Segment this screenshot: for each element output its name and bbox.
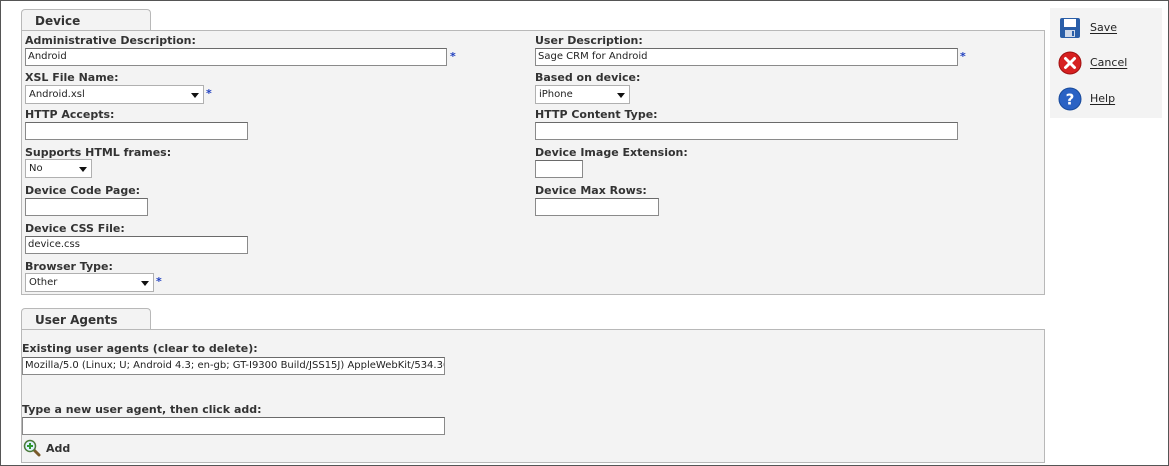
browser-type-label: Browser Type: (25, 260, 113, 273)
help-icon: ? (1058, 87, 1082, 111)
add-label: Add (46, 442, 71, 455)
device-max-rows-label: Device Max Rows: (535, 184, 647, 197)
add-user-agent-button[interactable]: Add (23, 439, 83, 459)
supports-html-frames-value: No (29, 163, 43, 174)
admin-description-input[interactable]: Android (25, 48, 447, 66)
device-css-file-input[interactable]: device.css (25, 236, 248, 254)
browser-type-select[interactable]: Other (25, 273, 154, 292)
chevron-down-icon (79, 167, 87, 172)
required-marker: * (156, 275, 162, 288)
new-user-agent-input[interactable] (22, 417, 445, 435)
based-on-device-label: Based on device: (535, 71, 641, 84)
user-description-label: User Description: (535, 34, 643, 47)
action-panel: Save Cancel ? Help (1050, 8, 1162, 118)
chevron-down-icon (191, 93, 199, 98)
supports-html-frames-label: Supports HTML frames: (25, 146, 172, 159)
save-label: Save (1090, 21, 1118, 34)
help-button[interactable]: ? Help (1056, 87, 1156, 113)
based-on-device-value: iPhone (539, 89, 573, 100)
tab-device-label: Device (35, 14, 81, 28)
http-accepts-label: HTTP Accepts: (25, 108, 115, 121)
based-on-device-select[interactable]: iPhone (535, 85, 630, 104)
cancel-icon (1058, 51, 1082, 75)
browser-type-value: Other (29, 277, 58, 288)
xsl-file-name-select[interactable]: Android.xsl (25, 85, 204, 104)
http-accepts-input[interactable] (25, 122, 248, 140)
svg-text:?: ? (1066, 91, 1075, 109)
chevron-down-icon (617, 93, 625, 98)
device-max-rows-input[interactable] (535, 198, 659, 216)
xsl-file-name-value: Android.xsl (29, 89, 85, 100)
help-label: Help (1090, 92, 1116, 105)
existing-user-agents-label: Existing user agents (clear to delete): (22, 342, 258, 355)
tab-user-agents-label: User Agents (35, 313, 118, 327)
required-marker: * (206, 87, 212, 100)
admin-description-label: Administrative Description: (25, 34, 196, 47)
new-user-agent-label: Type a new user agent, then click add: (22, 403, 262, 416)
device-code-page-input[interactable] (25, 198, 148, 216)
zoom-add-icon (23, 439, 41, 457)
device-css-file-label: Device CSS File: (25, 222, 125, 235)
device-image-extension-input[interactable] (535, 160, 583, 178)
required-marker: * (450, 50, 456, 63)
save-icon (1060, 18, 1080, 38)
chevron-down-icon (141, 281, 149, 286)
cancel-button[interactable]: Cancel (1056, 51, 1156, 77)
http-content-type-label: HTTP Content Type: (535, 108, 658, 121)
supports-html-frames-select[interactable]: No (25, 159, 92, 178)
existing-user-agent-input[interactable]: Mozilla/5.0 (Linux; U; Android 4.3; en-g… (22, 357, 445, 375)
http-content-type-input[interactable] (535, 122, 958, 140)
required-marker: * (960, 50, 966, 63)
cancel-label: Cancel (1090, 56, 1128, 69)
tab-device[interactable]: Device (21, 9, 151, 31)
xsl-file-name-label: XSL File Name: (25, 71, 119, 84)
user-description-input[interactable]: Sage CRM for Android (535, 48, 958, 66)
device-image-extension-label: Device Image Extension: (535, 146, 688, 159)
tab-user-agents[interactable]: User Agents (21, 308, 151, 330)
device-panel (21, 30, 1045, 295)
save-button[interactable]: Save (1056, 16, 1156, 42)
device-code-page-label: Device Code Page: (25, 184, 141, 197)
